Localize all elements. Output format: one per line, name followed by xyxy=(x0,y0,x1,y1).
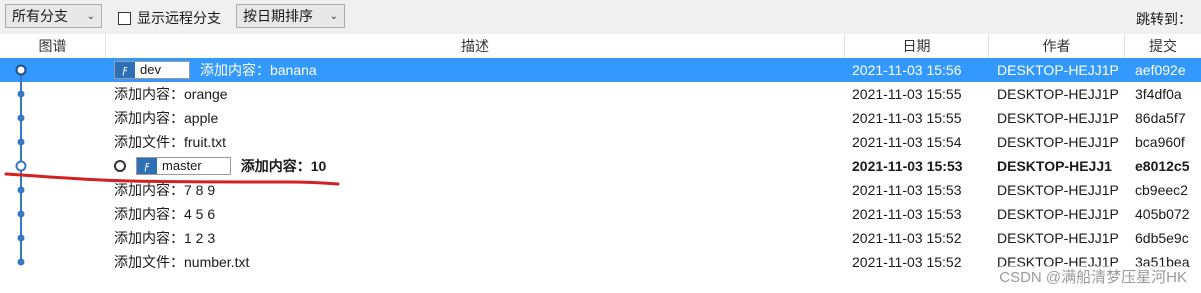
commit-author: DESKTOP-HEJJ1P xyxy=(997,230,1119,246)
commit-row-head[interactable]: ϝ master 添加内容：10 2021-11-03 15:53 DESKTO… xyxy=(0,154,1201,178)
show-remote-label: 显示远程分支 xyxy=(137,10,221,26)
commit-author: DESKTOP-HEJJ1P xyxy=(997,110,1119,126)
graph-node[interactable] xyxy=(17,210,25,218)
commit-message: 添加内容：4 5 6 xyxy=(114,206,216,222)
commit-hash: bca960f xyxy=(1135,134,1185,150)
commit-row[interactable]: 添加内容：7 8 9 2021-11-03 15:53 DESKTOP-HEJJ… xyxy=(0,178,1201,202)
column-header: 图谱 描述 日期 作者 提交 xyxy=(0,34,1201,59)
commit-description: ϝ master 添加内容：10 xyxy=(114,154,842,178)
commit-message: 添加文件：number.txt xyxy=(114,254,250,270)
branch-name: master xyxy=(162,158,202,174)
commit-row[interactable]: 添加内容：orange 2021-11-03 15:55 DESKTOP-HEJ… xyxy=(0,82,1201,106)
column-graph[interactable]: 图谱 xyxy=(0,34,106,58)
commit-author: DESKTOP-HEJJ1P xyxy=(997,86,1119,102)
commit-message: 添加内容：apple xyxy=(114,110,219,126)
commit-message: 添加内容：10 xyxy=(240,158,327,174)
commit-author: DESKTOP-HEJJ1 xyxy=(997,158,1112,174)
column-date[interactable]: 日期 xyxy=(845,34,989,58)
graph-node[interactable] xyxy=(17,186,25,194)
commit-author: DESKTOP-HEJJ1P xyxy=(997,62,1119,78)
commit-date: 2021-11-03 15:52 xyxy=(852,230,962,246)
commit-hash: cb9eec2 xyxy=(1135,182,1188,198)
branch-icon: ϝ xyxy=(115,62,135,79)
commit-hash: 6db5e9c xyxy=(1135,230,1189,246)
commit-author: DESKTOP-HEJJ1P xyxy=(997,182,1119,198)
commit-message: 添加内容：7 8 9 xyxy=(114,182,216,198)
commit-date: 2021-11-03 15:55 xyxy=(852,86,962,102)
commit-date: 2021-11-03 15:52 xyxy=(852,254,962,270)
branch-tag-dev[interactable]: ϝ dev xyxy=(114,61,190,80)
commit-message: 添加文件：fruit.txt xyxy=(114,134,227,150)
commit-description: ϝ dev 添加内容：banana xyxy=(114,58,842,82)
commit-message: 添加内容：banana xyxy=(199,62,317,78)
commit-date: 2021-11-03 15:54 xyxy=(852,134,962,150)
commit-hash: aef092e xyxy=(1135,62,1186,78)
jump-to-label: 跳转到： xyxy=(1136,11,1192,27)
toolbar: 所有分支 ⌄ 显示远程分支 按日期排序 ⌄ 跳转到： xyxy=(0,0,1201,35)
chevron-down-icon: ⌄ xyxy=(86,10,95,22)
graph-node[interactable] xyxy=(17,114,25,122)
commit-row[interactable]: 添加文件：fruit.txt 2021-11-03 15:54 DESKTOP-… xyxy=(0,130,1201,154)
sort-dropdown[interactable]: 按日期排序 ⌄ xyxy=(236,4,345,28)
column-commit[interactable]: 提交 xyxy=(1125,34,1201,58)
column-description[interactable]: 描述 xyxy=(106,34,845,58)
commit-row[interactable]: 添加内容：1 2 3 2021-11-03 15:52 DESKTOP-HEJJ… xyxy=(0,226,1201,250)
commit-date: 2021-11-03 15:53 xyxy=(852,158,963,174)
commit-author: DESKTOP-HEJJ1P xyxy=(997,206,1119,222)
commit-graph xyxy=(15,64,27,266)
commit-author: DESKTOP-HEJJ1P xyxy=(997,134,1119,150)
commit-hash: 86da5f7 xyxy=(1135,110,1186,126)
commit-row[interactable]: 添加内容：4 5 6 2021-11-03 15:53 DESKTOP-HEJJ… xyxy=(0,202,1201,226)
column-author[interactable]: 作者 xyxy=(989,34,1125,58)
graph-node[interactable] xyxy=(17,138,25,146)
graph-node-head-dev[interactable] xyxy=(15,64,27,76)
graph-node[interactable] xyxy=(17,258,25,266)
commit-hash: e8012c5 xyxy=(1135,158,1190,174)
chevron-down-icon: ⌄ xyxy=(329,10,338,22)
branch-name: dev xyxy=(140,62,161,78)
branch-icon: ϝ xyxy=(137,158,157,175)
commit-hash: 405b072 xyxy=(1135,206,1190,222)
commit-date: 2021-11-03 15:53 xyxy=(852,182,962,198)
graph-node[interactable] xyxy=(17,234,25,242)
commit-hash: 3f4df0a xyxy=(1135,86,1182,102)
show-remote-checkbox[interactable] xyxy=(118,11,131,25)
graph-node-master[interactable] xyxy=(15,160,27,172)
branch-filter-label: 所有分支 xyxy=(12,8,68,24)
show-remote-toggle[interactable]: 显示远程分支 xyxy=(118,8,221,28)
branch-filter-dropdown[interactable]: 所有分支 ⌄ xyxy=(5,4,102,28)
commit-date: 2021-11-03 15:53 xyxy=(852,206,962,222)
head-indicator-icon xyxy=(114,159,126,172)
branch-tag-master[interactable]: ϝ master xyxy=(136,157,231,176)
commit-message: 添加内容：orange xyxy=(114,86,228,102)
commit-row[interactable]: ϝ dev 添加内容：banana 2021-11-03 15:56 DESKT… xyxy=(0,58,1201,82)
commit-row[interactable]: 添加内容：apple 2021-11-03 15:55 DESKTOP-HEJJ… xyxy=(0,106,1201,130)
graph-node[interactable] xyxy=(17,90,25,98)
sort-label: 按日期排序 xyxy=(243,8,313,24)
watermark: CSDN @满船清梦压星河HK xyxy=(999,266,1187,287)
commit-date: 2021-11-03 15:56 xyxy=(852,62,962,78)
commit-message: 添加内容：1 2 3 xyxy=(114,230,216,246)
commit-date: 2021-11-03 15:55 xyxy=(852,110,962,126)
